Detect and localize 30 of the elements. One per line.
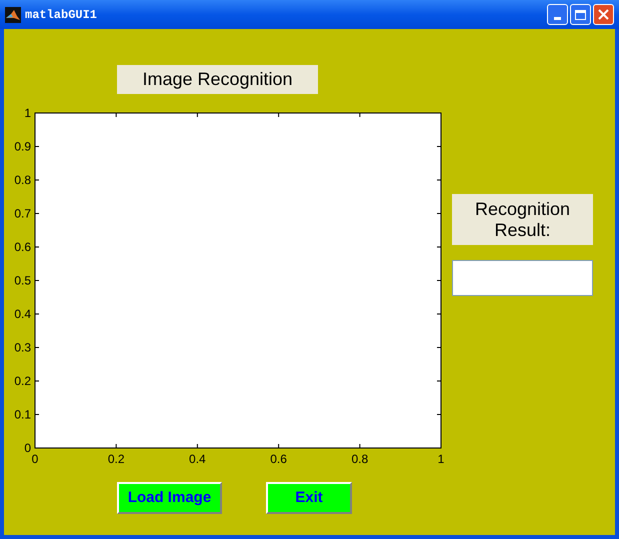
close-icon	[598, 9, 609, 20]
minimize-button[interactable]	[547, 4, 568, 25]
tick-label: 0.2	[14, 374, 31, 388]
minimize-icon	[554, 17, 561, 20]
tick-label: 0.6	[270, 452, 287, 466]
heading-label: Image Recognition	[117, 65, 318, 94]
tick-label: 0.8	[14, 173, 31, 187]
result-field[interactable]	[452, 260, 593, 296]
tick-label: 0.9	[14, 140, 31, 154]
tick-label: 0.3	[14, 340, 31, 354]
tick-label: 0.6	[14, 240, 31, 254]
close-button[interactable]	[593, 4, 614, 25]
maximize-icon	[575, 10, 586, 20]
tick-label: 0.4	[14, 307, 31, 321]
result-label: Recognition Result:	[452, 194, 593, 245]
tick-label: 0	[32, 452, 38, 466]
tick-label: 1	[438, 452, 444, 466]
tick-label: 0	[24, 441, 31, 455]
tick-label: 0.2	[108, 452, 125, 466]
action-button[interactable]: Load Image	[117, 482, 222, 514]
action-button[interactable]: Exit	[266, 482, 352, 514]
tick-label: 0.4	[189, 452, 206, 466]
tick-label: 0.7	[14, 206, 31, 220]
tick-label: 0.5	[14, 274, 31, 288]
app-icon	[5, 6, 21, 22]
tick-label: 0.8	[351, 452, 368, 466]
tick-label: 1	[24, 106, 31, 120]
window-title: matlabGUI1	[25, 6, 98, 24]
tick-label: 0.1	[14, 408, 31, 422]
maximize-button[interactable]	[570, 4, 591, 25]
